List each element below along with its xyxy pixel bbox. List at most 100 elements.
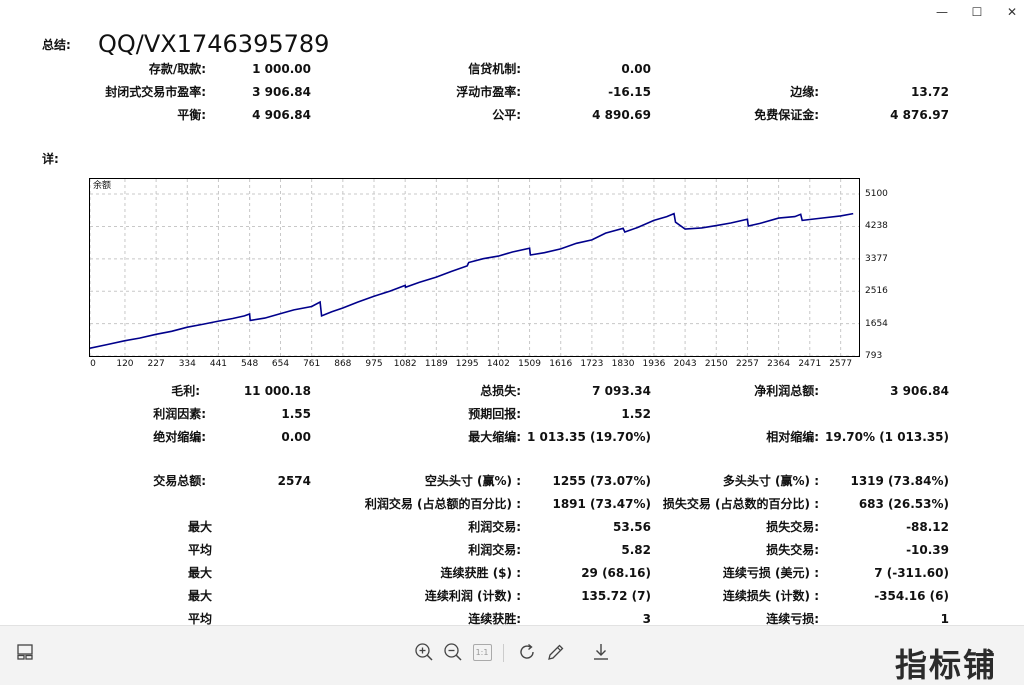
bottom-toolbar: 1:1 <box>0 625 1024 685</box>
y-tick-label: 793 <box>865 351 883 361</box>
x-tick-label: 1830 <box>611 359 635 369</box>
x-tick-label: 2364 <box>767 359 791 369</box>
stat-row-value-a: 135.72 (7) <box>581 589 651 603</box>
stat-row-category: 最大 <box>187 520 212 534</box>
x-tick-label: 441 <box>209 359 228 369</box>
details-label: 详: <box>42 152 59 166</box>
x-tick-label: 1189 <box>424 359 448 369</box>
expected-payoff-value: 1.52 <box>621 407 651 421</box>
x-tick-label: 1402 <box>486 359 510 369</box>
x-tick-label: 1082 <box>393 359 417 369</box>
rotate-button[interactable] <box>516 641 538 663</box>
zoom-out-icon <box>444 643 462 661</box>
gross-profit-label: 毛利: <box>171 384 200 398</box>
chart-legend: 余额 <box>93 181 112 191</box>
y-tick-label: 2516 <box>865 286 888 297</box>
balance-chart-svg <box>90 179 859 356</box>
balance-label: 平衡: <box>177 108 206 122</box>
profit-trades-value: 1891 (73.47%) <box>552 497 651 511</box>
y-tick-label: 3377 <box>865 253 888 264</box>
toolbar-divider <box>503 644 504 662</box>
download-button[interactable] <box>590 641 612 663</box>
stat-row-category: 最大 <box>187 589 212 603</box>
x-tick-label: 2577 <box>829 359 853 369</box>
free-margin-label: 免费保证金: <box>754 108 819 122</box>
x-tick-label: 654 <box>271 359 290 369</box>
free-margin-value: 4 876.97 <box>890 108 949 122</box>
x-tick-label: 761 <box>303 359 321 369</box>
abs-drawdown-value: 0.00 <box>281 430 311 444</box>
close-button[interactable]: ✕ <box>994 0 1024 24</box>
maximize-button[interactable]: ☐ <box>959 0 995 24</box>
closed-pl-label: 封闭式交易市盈率: <box>105 85 206 99</box>
gross-loss-value: 7 093.34 <box>592 384 651 398</box>
stat-row-label-b: 连续亏损 (美元) : <box>722 566 819 580</box>
loss-trades-value: 683 (26.53%) <box>858 497 949 511</box>
closed-pl-value: 3 906.84 <box>252 85 311 99</box>
gross-profit-value: 11 000.18 <box>243 384 311 398</box>
loss-trades-label: 损失交易 (占总数的百分比) : <box>662 497 819 511</box>
deposit-label: 存款/取款: <box>148 62 206 76</box>
floating-pl-label: 浮动市盈率: <box>456 85 521 99</box>
balance-value: 4 906.84 <box>252 108 311 122</box>
net-profit-label: 净利润总额: <box>754 384 819 398</box>
max-drawdown-label: 最大缩编: <box>468 430 521 444</box>
edit-button[interactable] <box>545 641 567 663</box>
x-tick-label: 1295 <box>455 359 479 369</box>
balance-chart: 余额 <box>89 178 860 357</box>
stat-row-value-a: 53.56 <box>613 520 651 534</box>
stat-row-value-a: 5.82 <box>621 543 651 557</box>
zoom-in-button[interactable] <box>413 641 435 663</box>
summary-label: 总结: <box>42 38 71 52</box>
y-tick-label: 4238 <box>865 221 888 232</box>
pencil-icon <box>548 644 564 660</box>
minimize-icon: — <box>936 5 948 19</box>
actual-size-button[interactable]: 1:1 <box>471 641 493 663</box>
expected-payoff-label: 预期回报: <box>468 407 521 421</box>
close-icon: ✕ <box>1006 5 1018 19</box>
stat-row-value-b: 7 (-311.60) <box>874 566 949 580</box>
stat-row-value-b: -88.12 <box>906 520 949 534</box>
minimize-button[interactable]: — <box>924 0 960 24</box>
rel-drawdown-value: 19.70% (1 013.35) <box>825 430 949 444</box>
rel-drawdown-label: 相对缩编: <box>766 430 819 444</box>
zoom-out-button[interactable] <box>442 641 464 663</box>
title-bar: — ☐ ✕ <box>0 0 1024 24</box>
gross-loss-label: 总损失: <box>480 384 521 398</box>
margin-label: 边缘: <box>790 85 819 99</box>
x-tick-label: 2471 <box>798 359 822 369</box>
stat-row-category: 最大 <box>187 566 212 580</box>
stat-row-value-b: -10.39 <box>906 543 949 557</box>
y-tick-label: 5100 <box>865 189 888 200</box>
stat-row-label-b: 损失交易: <box>766 543 819 557</box>
long-positions-value: 1319 (73.84%) <box>850 474 949 488</box>
x-tick-label: 1936 <box>642 359 666 369</box>
watermark-logo: 指标铺 <box>895 646 998 684</box>
x-tick-label: 1509 <box>518 359 541 369</box>
total-trades-value: 2574 <box>277 474 311 488</box>
x-tick-label: 227 <box>147 359 165 369</box>
x-tick-label: 868 <box>334 359 352 369</box>
profit-factor-label: 利润因素: <box>153 407 206 421</box>
equity-label: 公平: <box>492 108 521 122</box>
x-tick-label: 1723 <box>580 359 604 369</box>
x-tick-label: 2043 <box>673 359 697 369</box>
layout-icon <box>17 644 33 660</box>
total-trades-label: 交易总额: <box>153 474 206 488</box>
rotate-icon <box>520 643 534 659</box>
stat-row-label-a: 连续获胜 ($) : <box>440 566 521 580</box>
credit-value: 0.00 <box>621 62 651 76</box>
layout-button[interactable] <box>14 641 36 663</box>
x-tick-label: 2257 <box>735 359 759 369</box>
deposit-value: 1 000.00 <box>252 62 311 76</box>
equity-value: 4 890.69 <box>592 108 651 122</box>
short-positions-label: 空头头寸 (赢%) : <box>424 474 521 488</box>
download-icon <box>594 644 608 660</box>
x-tick-label: 975 <box>365 359 383 369</box>
x-tick-label: 548 <box>241 359 259 369</box>
x-tick-label: 120 <box>116 359 134 369</box>
stat-row-label-a: 利润交易: <box>468 520 521 534</box>
max-drawdown-value: 1 013.35 (19.70%) <box>527 430 651 444</box>
stat-row-label-a: 利润交易: <box>468 543 521 557</box>
x-tick-label: 1616 <box>549 359 573 369</box>
